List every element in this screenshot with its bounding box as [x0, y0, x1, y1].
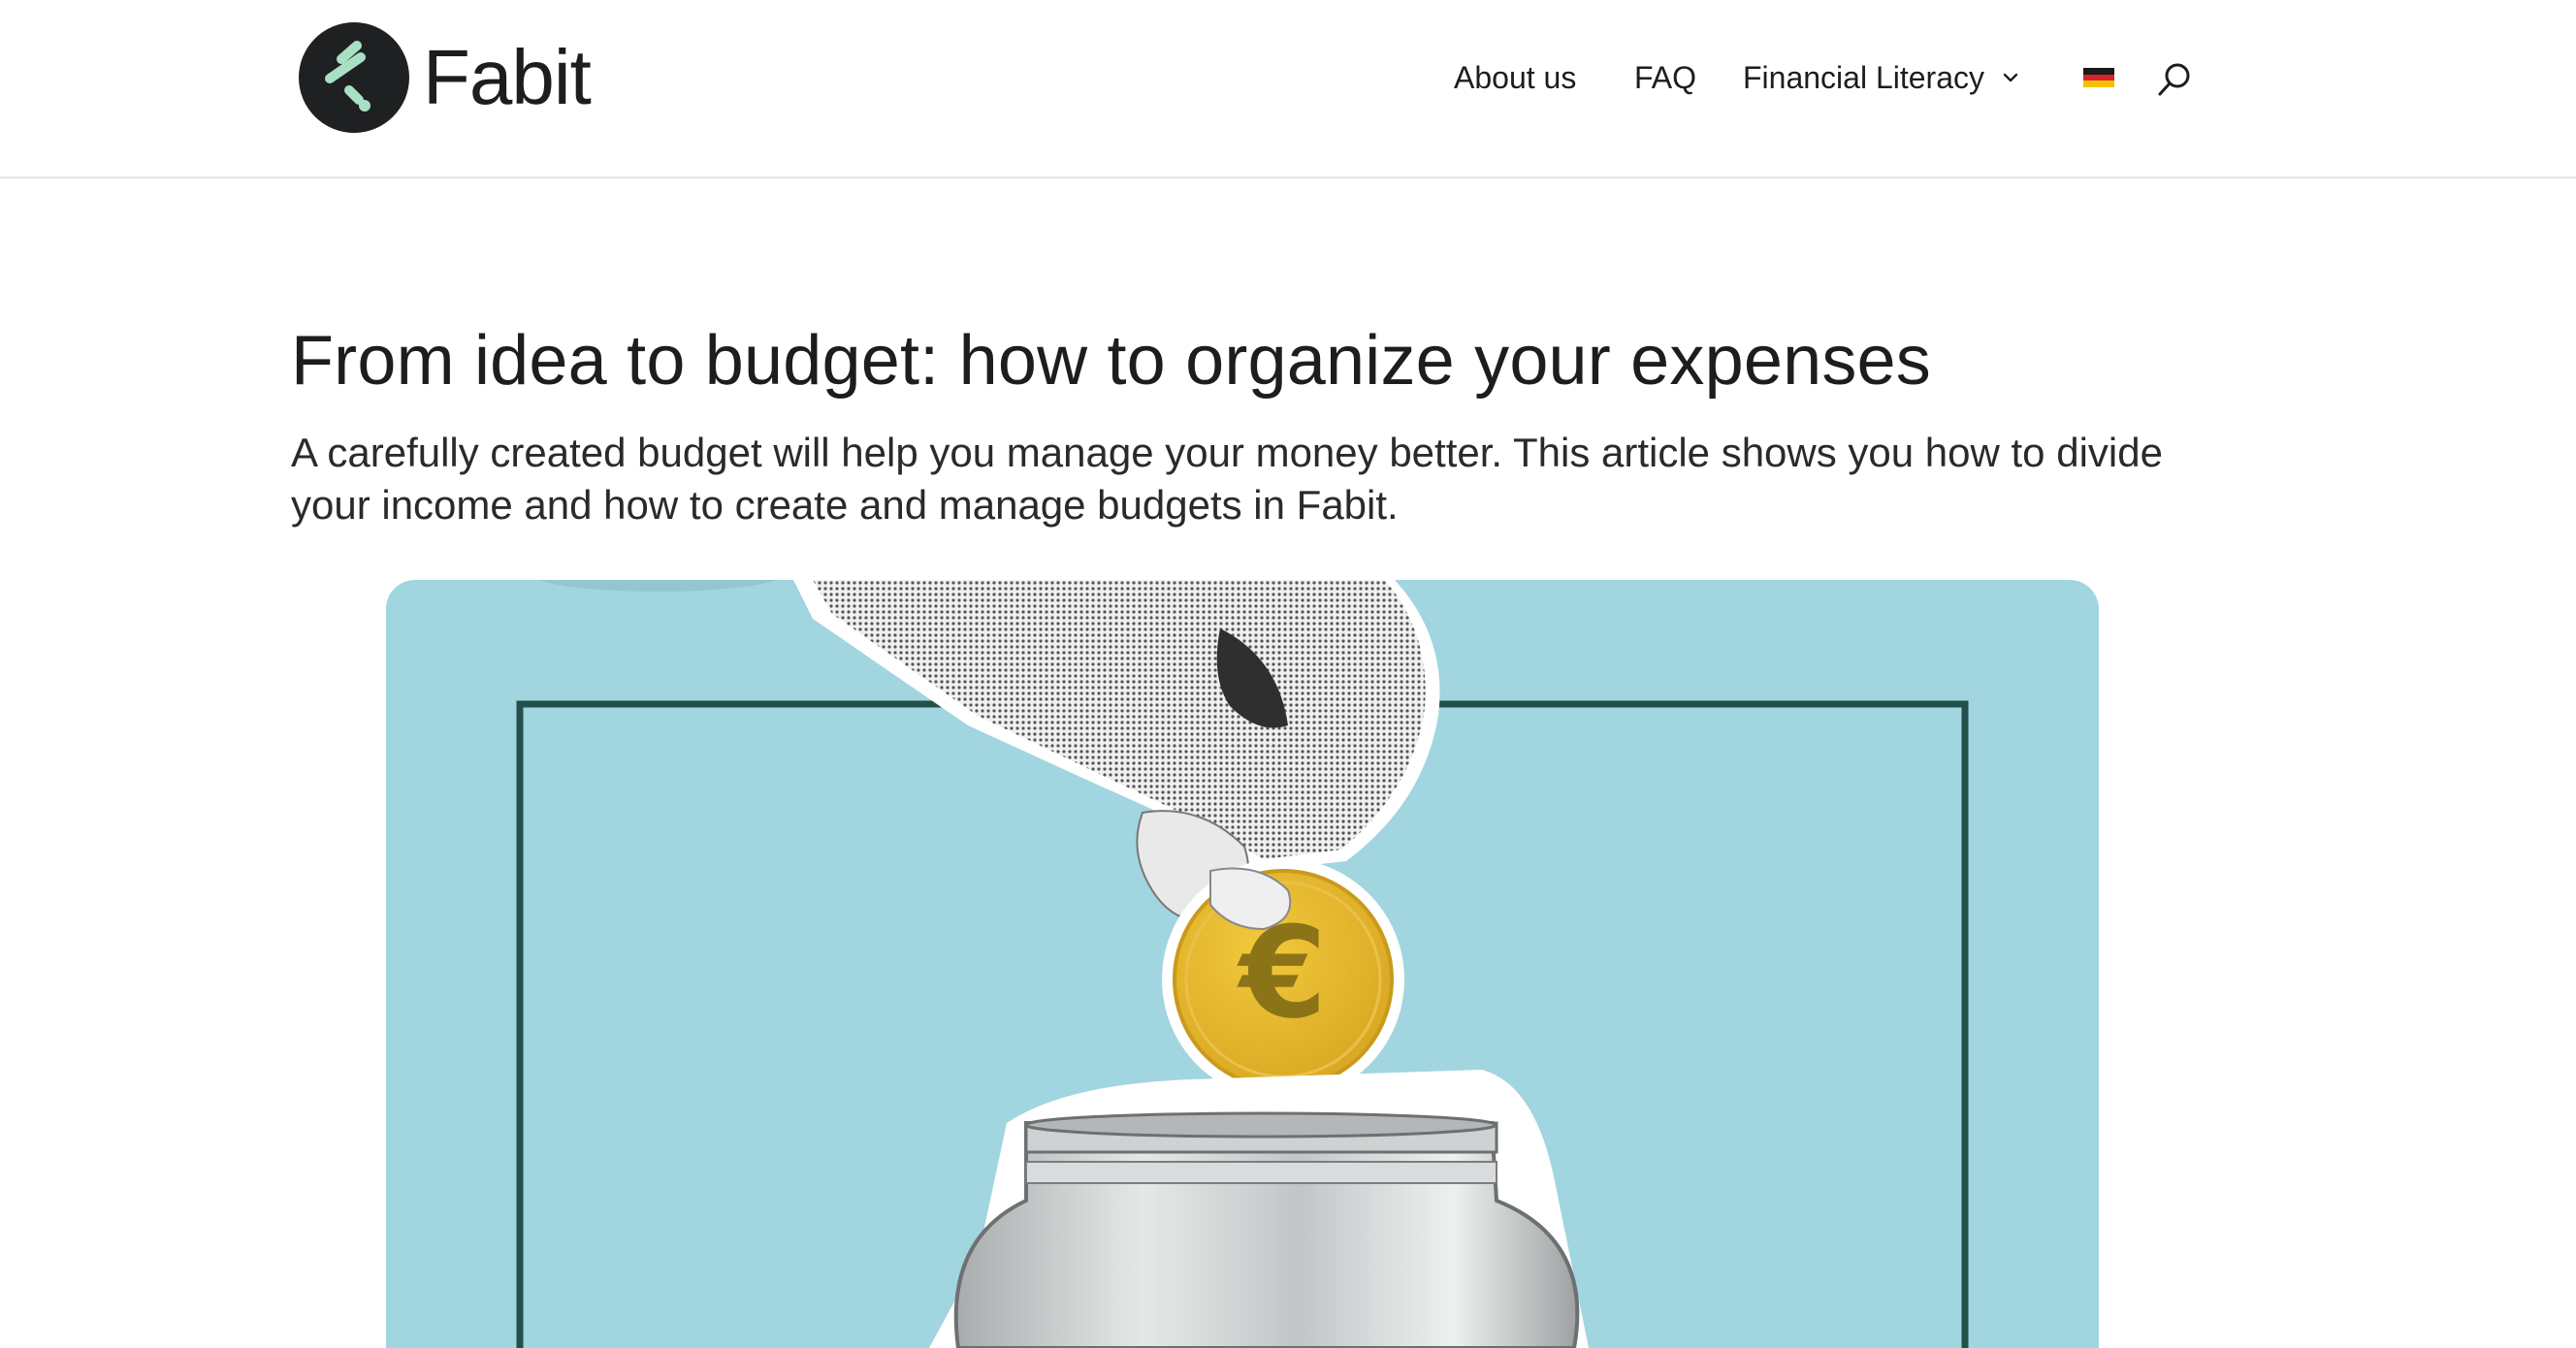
chevron-down-icon — [2003, 73, 2018, 82]
logo-link[interactable]: Fabit — [299, 21, 592, 134]
fabit-logo-icon — [299, 22, 409, 133]
nav-about-us[interactable]: About us — [1454, 56, 1576, 99]
hero-image: € — [386, 580, 2099, 1348]
german-flag-icon[interactable] — [2083, 68, 2114, 88]
search-icon[interactable] — [2155, 60, 2194, 99]
brand-name: Fabit — [423, 34, 592, 120]
nav-faq[interactable]: FAQ — [1634, 56, 1696, 99]
article-title: From idea to budget: how to organize you… — [291, 322, 1931, 400]
nav-financial-literacy[interactable]: Financial Literacy — [1743, 56, 2019, 99]
glass-jar — [953, 1121, 1580, 1348]
article-lead: A carefully created budget will help you… — [291, 430, 2163, 528]
nav-financial-literacy-label: Financial Literacy — [1743, 60, 1984, 95]
site-header: Fabit About us FAQ Financial Literacy — [0, 0, 2576, 178]
